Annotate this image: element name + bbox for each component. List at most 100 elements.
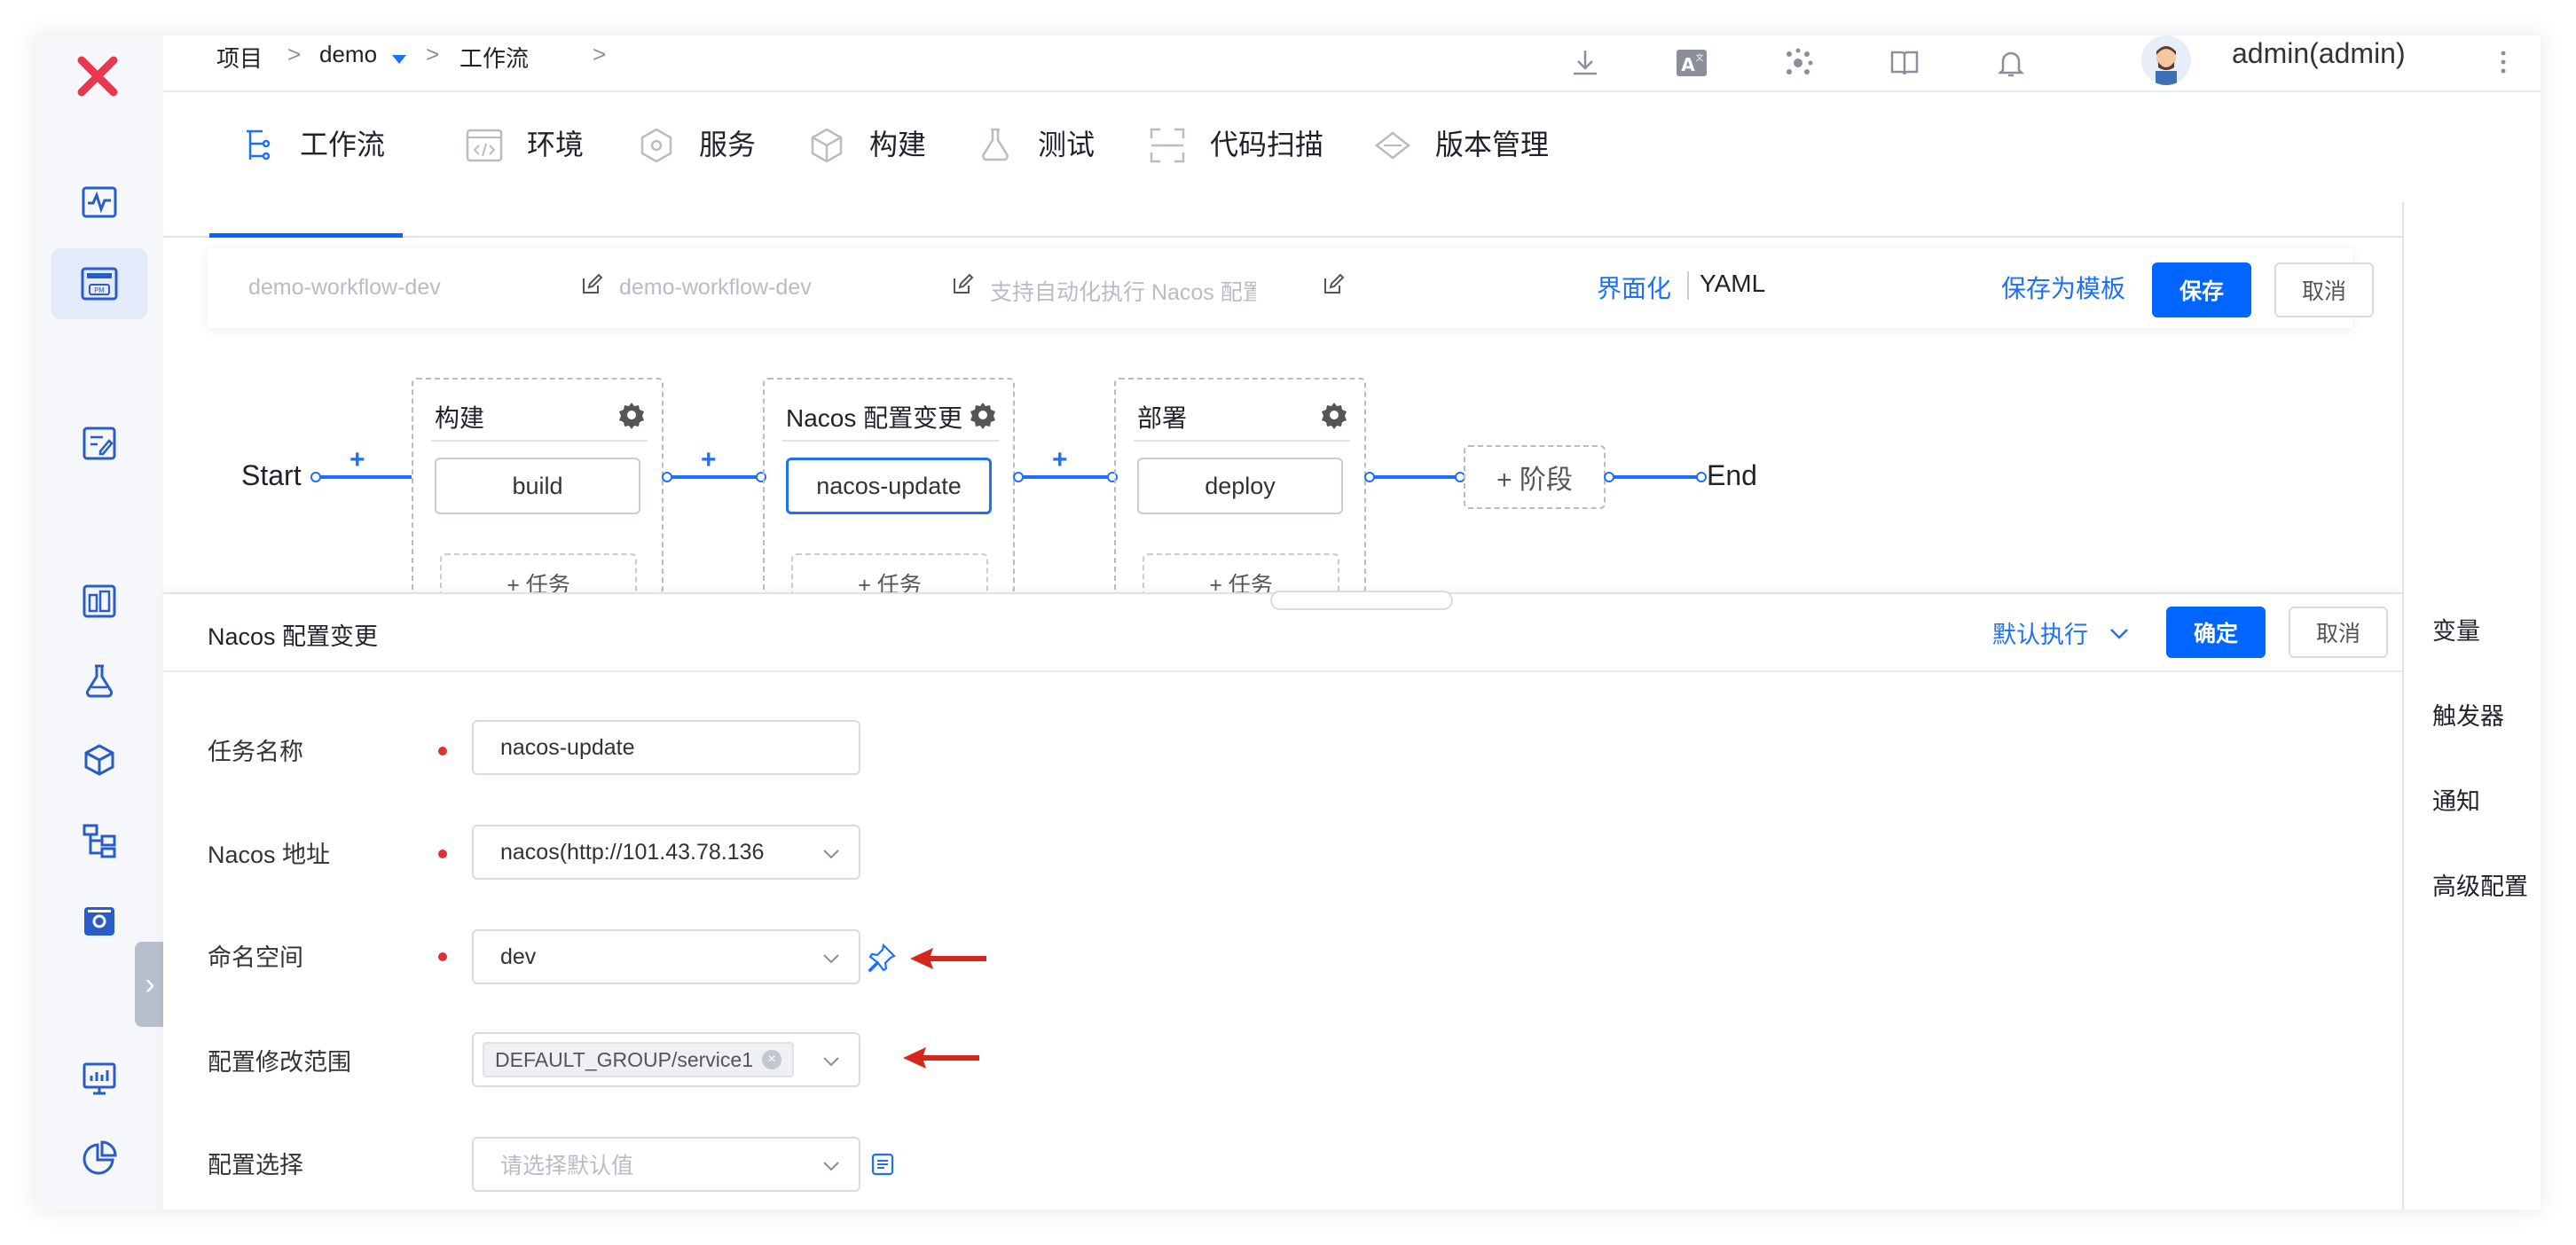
gear-icon[interactable] — [1320, 401, 1348, 429]
sidebar: PM › — [35, 35, 165, 1210]
notification-bell-icon[interactable] — [1989, 41, 2033, 85]
svg-text:文: 文 — [1695, 52, 1703, 63]
test-flask-icon — [982, 128, 1009, 161]
panel-resize-handle[interactable] — [1270, 591, 1453, 610]
nacos-address-label: Nacos 地址 — [208, 842, 331, 868]
avatar[interactable] — [2141, 35, 2191, 85]
run-mode-dropdown[interactable]: 默认执行 — [1992, 615, 2088, 650]
confirm-button[interactable]: 确定 — [2166, 607, 2266, 658]
tab-version[interactable]: 版本管理 — [1373, 126, 1549, 238]
environment-icon — [466, 129, 503, 162]
stage-nacos-config[interactable]: Nacos 配置变更 nacos-update + 任务 — [763, 378, 1015, 607]
end-node: End — [1707, 459, 1757, 491]
mode-ui-toggle[interactable]: 界面化 — [1597, 270, 1671, 305]
workflow-icon — [247, 129, 271, 161]
range-tag: DEFAULT_GROUP/service1 × — [483, 1042, 794, 1077]
breadcrumb-separator: > — [287, 41, 302, 67]
config-select[interactable]: 请选择默认值 — [472, 1137, 860, 1192]
download-icon[interactable] — [1563, 41, 1607, 85]
breadcrumb-project[interactable]: 项目 — [216, 41, 263, 74]
breadcrumb-separator: > — [426, 41, 440, 67]
add-stage-button[interactable]: + 阶段 — [1464, 445, 1606, 509]
gear-icon[interactable] — [969, 401, 997, 429]
workflow-description-input[interactable]: 支持自动化执行 Nacos 配置 — [990, 275, 1256, 307]
chevron-down-icon[interactable] — [2109, 628, 2129, 640]
translate-icon[interactable]: A文 — [1669, 41, 1714, 85]
save-button[interactable]: 保存 — [2152, 262, 2251, 317]
nav-release-icon[interactable] — [67, 809, 131, 873]
app-window: PM › 项目 > demo > 工作流 > A 文 admin(admin) … — [35, 35, 2541, 1210]
config-range-select[interactable]: DEFAULT_GROUP/service1 × — [472, 1032, 860, 1087]
tab-build[interactable]: 构建 — [807, 126, 926, 238]
tab-test[interactable]: 测试 — [976, 126, 1095, 238]
chevron-down-icon — [823, 1057, 839, 1067]
add-stage-plus-button[interactable]: + — [701, 445, 717, 475]
nav-overview-icon[interactable] — [67, 170, 131, 234]
namespace-select[interactable]: dev — [472, 929, 860, 984]
nav-dashboard-icon[interactable] — [67, 569, 131, 633]
tag-close-icon[interactable]: × — [761, 1050, 781, 1069]
required-mark — [438, 747, 447, 756]
annotation-arrow — [903, 1047, 979, 1069]
config-list-icon[interactable] — [871, 1153, 894, 1176]
add-stage-plus-button[interactable]: + — [349, 445, 365, 475]
tab-service[interactable]: 服务 — [637, 126, 756, 238]
nav-monitor-icon[interactable] — [67, 1046, 131, 1110]
docs-book-icon[interactable] — [1882, 41, 1927, 85]
job-build[interactable]: build — [435, 458, 640, 514]
stage-build[interactable]: 构建 build + 任务 — [412, 378, 664, 607]
start-node: Start — [241, 459, 302, 491]
tab-code-scan[interactable]: 代码扫描 — [1148, 126, 1323, 238]
namespace-label: 命名空间 — [208, 944, 303, 971]
mode-yaml-toggle[interactable]: YAML — [1700, 270, 1765, 298]
nav-artifact-icon[interactable] — [67, 729, 131, 793]
breadcrumb-workflow[interactable]: 工作流 — [459, 41, 529, 74]
connector-line — [671, 475, 765, 479]
required-mark — [438, 952, 447, 961]
project-tabs: 工作流 环境 服务 构建 测试 代码扫描 版本管理 — [163, 92, 2541, 238]
top-bar: 项目 > demo > 工作流 > A文 admin(admin) — [163, 35, 2541, 92]
workflow-display-name-input[interactable]: demo-workflow-dev — [619, 275, 812, 301]
job-deploy[interactable]: deploy — [1137, 458, 1343, 514]
tab-environment[interactable]: 环境 — [465, 126, 584, 238]
notifications-tab[interactable]: 通知 — [2432, 782, 2480, 817]
user-name[interactable]: admin(admin) — [2232, 37, 2406, 70]
sidebar-collapse-toggle[interactable]: › — [135, 942, 165, 1027]
nav-test-icon[interactable] — [67, 649, 131, 713]
edit-icon[interactable] — [580, 273, 603, 296]
workflow-name-input[interactable]: demo-workflow-dev — [248, 275, 441, 301]
breadcrumb-demo[interactable]: demo — [319, 41, 377, 68]
build-icon — [811, 128, 843, 163]
nav-plan-icon[interactable] — [67, 411, 131, 475]
add-stage-plus-button[interactable]: + — [1052, 445, 1068, 475]
zadig-logo[interactable] — [66, 44, 130, 108]
panel-cancel-button[interactable]: 取消 — [2289, 607, 2388, 658]
tab-workflow[interactable]: 工作流 — [209, 126, 403, 238]
save-as-template-button[interactable]: 保存为模板 — [2001, 270, 2125, 305]
pin-icon[interactable] — [866, 942, 898, 974]
project-dropdown-caret-icon[interactable] — [390, 53, 408, 66]
nav-system-settings-icon[interactable] — [67, 889, 131, 952]
variables-tab[interactable]: 变量 — [2432, 612, 2480, 646]
task-name-input[interactable]: nacos-update — [472, 720, 860, 775]
connector-line — [319, 475, 412, 479]
triggers-tab[interactable]: 触发器 — [2432, 697, 2504, 732]
stage-deploy[interactable]: 部署 deploy + 任务 — [1114, 378, 1366, 607]
advanced-config-tab[interactable]: 高级配置 — [2432, 867, 2528, 902]
gear-icon[interactable] — [617, 401, 646, 429]
edit-icon[interactable] — [951, 273, 974, 296]
edit-icon[interactable] — [1322, 273, 1345, 296]
more-vertical-icon[interactable] — [2498, 48, 2509, 76]
nacos-address-select[interactable]: nacos(http://101.43.78.136 — [472, 825, 860, 880]
nav-project-icon[interactable]: PM — [51, 248, 147, 319]
nav-statistics-icon[interactable] — [67, 1126, 131, 1190]
main-area: 项目 > demo > 工作流 > A文 admin(admin) 工作流 环境… — [163, 35, 2541, 1210]
job-nacos-update[interactable]: nacos-update — [786, 458, 992, 514]
plugin-icon[interactable] — [1776, 41, 1820, 85]
config-range-label: 配置修改范围 — [208, 1049, 351, 1076]
connector-line — [1373, 475, 1462, 479]
chevron-down-icon — [823, 850, 839, 859]
breadcrumb-separator: > — [593, 41, 607, 67]
cancel-button[interactable]: 取消 — [2274, 262, 2374, 317]
svg-text:PM: PM — [94, 286, 105, 294]
